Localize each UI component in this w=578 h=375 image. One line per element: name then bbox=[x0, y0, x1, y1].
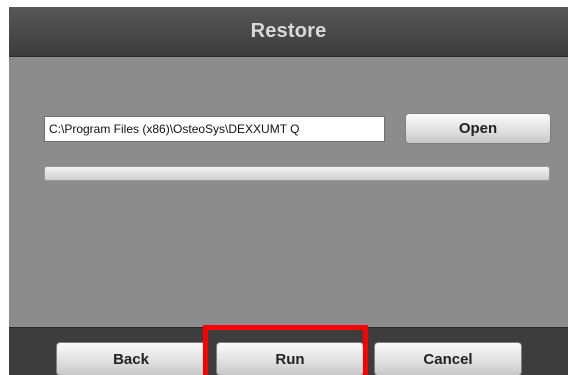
restore-dialog: Restore C:\Program Files (x86)\OsteoSys\… bbox=[9, 7, 568, 375]
open-button[interactable]: Open bbox=[405, 113, 551, 144]
progress-bar bbox=[44, 166, 550, 181]
run-button[interactable]: Run bbox=[216, 342, 364, 375]
button-bar: Back Run Cancel bbox=[9, 327, 568, 375]
title-bar: Restore bbox=[9, 7, 568, 57]
restore-path-field[interactable]: C:\Program Files (x86)\OsteoSys\DEXXUMT … bbox=[44, 116, 385, 142]
back-button[interactable]: Back bbox=[56, 342, 206, 375]
cancel-button[interactable]: Cancel bbox=[374, 342, 522, 375]
dialog-title: Restore bbox=[250, 20, 327, 42]
